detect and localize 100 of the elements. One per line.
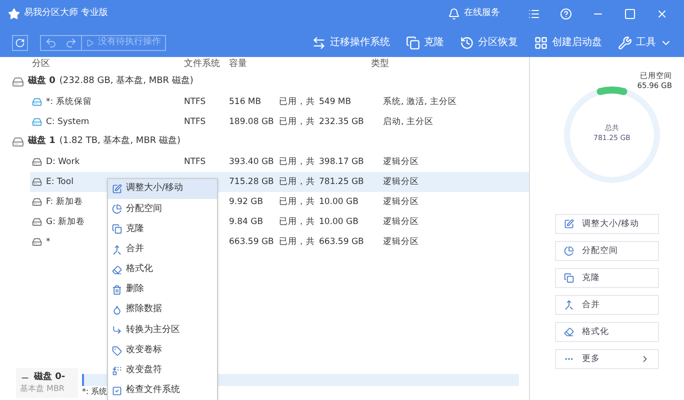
- menu-item[interactable]: 转换为主分区: [108, 320, 217, 340]
- redo-icon[interactable]: [65, 36, 77, 48]
- arrow-icon: [112, 325, 122, 336]
- drive-icon: [32, 217, 42, 227]
- type-cell-text: 逻辑分区: [382, 156, 419, 168]
- type-cell-text: 逻辑分区: [382, 236, 419, 248]
- toolbar-button[interactable]: 克隆: [406, 35, 444, 50]
- used-label: 已用，共: [279, 236, 316, 248]
- partition-name[interactable]: D: Work: [46, 156, 80, 168]
- pie-icon: [564, 246, 574, 256]
- type-cell-text: 逻辑分区: [382, 176, 419, 188]
- action-button[interactable]: 合并: [555, 295, 659, 315]
- disk-name: 磁盘 0: [28, 75, 56, 88]
- menu-item[interactable]: 格式化: [108, 260, 217, 280]
- column-header: 容量: [228, 58, 248, 72]
- used-label: 已用，共: [279, 116, 316, 128]
- total-cell-text: 10.00 GB: [319, 196, 360, 208]
- action-button[interactable]: 更多: [555, 349, 659, 369]
- partition-name[interactable]: C: System: [46, 116, 90, 128]
- toolbar-button[interactable]: 创建启动盘: [534, 35, 602, 50]
- total-cell-text: 398.17 GB: [319, 156, 365, 168]
- menu-item[interactable]: 调整大小/移动: [108, 179, 217, 200]
- used-label: 已用，共: [279, 96, 316, 108]
- grid-icon: [534, 36, 548, 50]
- toolbar-button[interactable]: 工具: [618, 35, 672, 50]
- service-link[interactable]: 在线服务: [464, 7, 500, 21]
- system-drive-icon: [32, 97, 42, 107]
- action-button[interactable]: 调整大小/移动: [555, 214, 659, 234]
- merge-icon: [112, 244, 122, 255]
- total-cell-text: 663.59 GB: [319, 236, 365, 248]
- partition-name[interactable]: G: 新加卷: [46, 216, 86, 228]
- used-cell-text: 715.28 GB: [228, 176, 275, 188]
- type-cell-text: 逻辑分区: [382, 196, 419, 208]
- history-icon: [460, 36, 474, 50]
- arrows-icon: [312, 36, 326, 50]
- drive-icon: [32, 237, 42, 247]
- eraser-icon: [564, 327, 574, 337]
- column-header: 类型: [370, 58, 390, 72]
- action-button[interactable]: 格式化: [555, 322, 659, 342]
- menu-item[interactable]: 擦除数据: [108, 300, 217, 320]
- disk-info: (232.88 GB, 基本盘, MBR 磁盘): [59, 75, 194, 88]
- used-cell-text: 9.92 GB: [228, 196, 264, 208]
- toolbar-button[interactable]: 分区恢复: [460, 35, 518, 50]
- used-cell-text: 516 MB: [228, 96, 262, 108]
- toolbar-button[interactable]: 迁移操作系统: [312, 35, 390, 50]
- menu-item[interactable]: 检查文件系统: [108, 380, 217, 400]
- total-cell-text: 10.00 GB: [319, 216, 360, 228]
- refresh-icon: [15, 38, 25, 48]
- partition-label: *: 系统: [82, 386, 108, 398]
- play-icon: [86, 38, 94, 46]
- tag-icon: [112, 346, 122, 356]
- partition-name[interactable]: F: 新加卷: [46, 196, 83, 208]
- window-title: 易我分区大师 专业版: [24, 7, 108, 20]
- type-cell-text: 系统, 激活, 主分区: [382, 96, 457, 108]
- drive-icon: [32, 177, 42, 187]
- used-label: 已用，共: [279, 196, 316, 208]
- disk-info: 基本盘 MBR: [20, 383, 66, 394]
- checkbox-icon: [112, 386, 122, 396]
- maximize-icon[interactable]: [624, 8, 636, 20]
- used-cell-text: 393.40 GB: [228, 156, 275, 168]
- menu-item[interactable]: 删除: [108, 280, 217, 300]
- bell-icon: [448, 8, 460, 20]
- help-icon[interactable]: [560, 8, 572, 20]
- drive-icon: [32, 197, 42, 207]
- copy-icon: [564, 273, 574, 283]
- column-header: 分区: [31, 58, 51, 72]
- total-cell-text: 549 MB: [319, 96, 352, 108]
- action-button[interactable]: 分配空间: [555, 241, 659, 261]
- edit-icon: [112, 184, 122, 194]
- menu-item[interactable]: 分配空间: [108, 199, 217, 220]
- menu-item[interactable]: 合并: [108, 240, 217, 260]
- copy-icon: [406, 36, 420, 50]
- used-label: 已用，共: [279, 216, 316, 228]
- system-drive-icon: [32, 117, 42, 127]
- partition-name[interactable]: *: [46, 236, 50, 248]
- close-icon[interactable]: [656, 8, 668, 20]
- wrench-icon: [618, 36, 632, 50]
- edit-icon: [564, 219, 574, 229]
- eraser-icon: [112, 264, 122, 275]
- drive-icon: [32, 157, 42, 167]
- total-cell-text: 232.35 GB: [319, 116, 365, 128]
- copy-icon: [112, 224, 122, 234]
- disk-name: 磁盘 1: [28, 135, 56, 148]
- logo-icon: [8, 8, 20, 20]
- refresh-button[interactable]: [12, 34, 28, 50]
- pie-icon: [112, 204, 122, 214]
- used-label: 已用，共: [279, 156, 316, 168]
- undo-icon[interactable]: [45, 36, 57, 48]
- total-cell-text: 781.25 GB: [319, 176, 365, 188]
- menu-item[interactable]: 克隆: [108, 219, 217, 240]
- type-cell-text: 启动, 主分区: [382, 116, 434, 128]
- filesystem-cell: NTFS: [184, 116, 206, 127]
- column-header: 文件系统: [183, 58, 221, 72]
- used-cell-text: 9.84 GB: [228, 216, 264, 228]
- filesystem-cell: NTFS: [184, 156, 206, 167]
- filesystem-cell: NTFS: [184, 96, 206, 107]
- menu-item[interactable]: 改变卷标: [108, 340, 217, 361]
- partition-name[interactable]: *: 系统保留: [46, 96, 92, 108]
- used-label: 已用，共: [279, 176, 316, 188]
- action-button[interactable]: 克隆: [555, 268, 659, 288]
